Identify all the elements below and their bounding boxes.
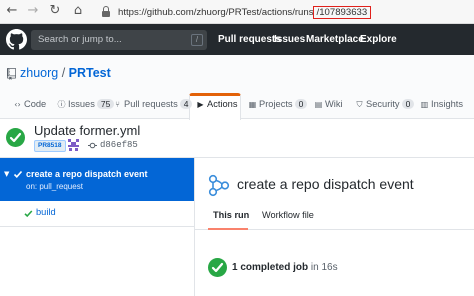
sidebar-workflow-trigger: on: pull_request [26,182,83,191]
repo-separator: / [58,66,69,80]
search-shortcut-badge: / [191,34,203,46]
forward-icon[interactable]: → [25,3,41,19]
nav-marketplace[interactable]: Marketplace [306,34,364,45]
issue-icon: ⓘ [57,100,66,109]
security-count: 0 [401,99,415,109]
address-bar[interactable]: https://github.com/zhuorg/PRTest/actions… [98,3,474,21]
browser-toolbar: ← → ↻ ⌂ https://github.com/zhuorg/PRTest… [0,0,474,24]
nav-issues[interactable]: Issues [274,34,305,45]
sidebar-border [194,158,195,296]
home-icon[interactable]: ⌂ [70,3,86,19]
github-logo-icon[interactable] [6,29,27,50]
tab-this-run[interactable]: This run [213,210,249,220]
book-icon: ▤ [314,100,323,109]
code-icon: ‹› [14,100,21,109]
job-check-icon [24,210,33,218]
tab-actions[interactable]: ▶ Actions [196,99,237,109]
search-placeholder: Search or jump to... [38,34,122,45]
job-summary-duration: in 16s [308,262,338,273]
lock-icon [102,6,110,17]
job-summary: 1 completed job in 16s [232,262,338,273]
run-status-success-icon [6,128,25,147]
workflow-check-icon [13,170,23,178]
workflow-icon [208,174,230,197]
commit-sha[interactable]: d86ef85 [100,140,138,150]
pull-requests-count: 4 [179,99,193,109]
sidebar-job-label: build [36,207,56,217]
shield-icon: ⛉ [356,100,363,109]
tab-pull-requests[interactable]: ⑂ Pull requests 4 [113,99,193,109]
avatar[interactable] [67,138,80,151]
sidebar-workflow-item[interactable]: ▼ create a repo dispatch event on: pull_… [0,158,194,201]
tab-issues[interactable]: ⓘ Issues 75 [57,99,115,110]
repo-icon [7,68,16,80]
tab-insights[interactable]: ▥ Insights [420,99,463,109]
collapse-triangle-icon[interactable]: ▼ [4,170,9,178]
pr-tag[interactable]: PR8518 [34,140,66,152]
refresh-icon[interactable]: ↻ [47,3,63,19]
repo-owner-link[interactable]: zhuorg [20,66,58,80]
job-summary-success-icon [208,258,227,277]
sidebar-divider [0,226,194,227]
subtab-active-underline [208,228,248,230]
sidebar-workflow-name: create a repo dispatch event [26,169,148,179]
tab-security[interactable]: ⛉ Security 0 [355,99,415,110]
tab-projects[interactable]: ▦ Projects 0 [248,99,308,109]
tab-wiki[interactable]: ▤ Wiki [314,99,343,109]
url-run-id: /107893633 [312,6,372,19]
run-title: Update former.yml [34,123,141,138]
tab-workflow-file[interactable]: Workflow file [262,210,314,220]
url-text: https://github.com/zhuorg/PRTest/actions… [118,6,372,19]
job-summary-count: 1 completed job [232,262,309,273]
repo-name-link[interactable]: PRTest [69,66,111,80]
nav-explore[interactable]: Explore [360,34,397,45]
issues-count: 75 [96,99,115,109]
search-input[interactable]: Search or jump to... / [31,30,207,50]
nav-pull-requests[interactable]: Pull requests [218,34,281,45]
play-icon: ▶ [197,100,204,109]
workflow-title: create a repo dispatch event [237,176,414,192]
pull-request-icon: ⑂ [115,100,120,109]
projects-count: 0 [294,99,308,109]
project-icon: ▦ [248,100,257,109]
commit-icon [88,142,97,149]
back-icon[interactable]: ← [4,3,20,19]
github-header: Search or jump to... / Pull requests Iss… [0,24,474,55]
tab-code[interactable]: ‹› Code [13,99,46,109]
repo-title: zhuorg / PRTest [20,66,111,80]
graph-icon: ▥ [420,100,429,109]
